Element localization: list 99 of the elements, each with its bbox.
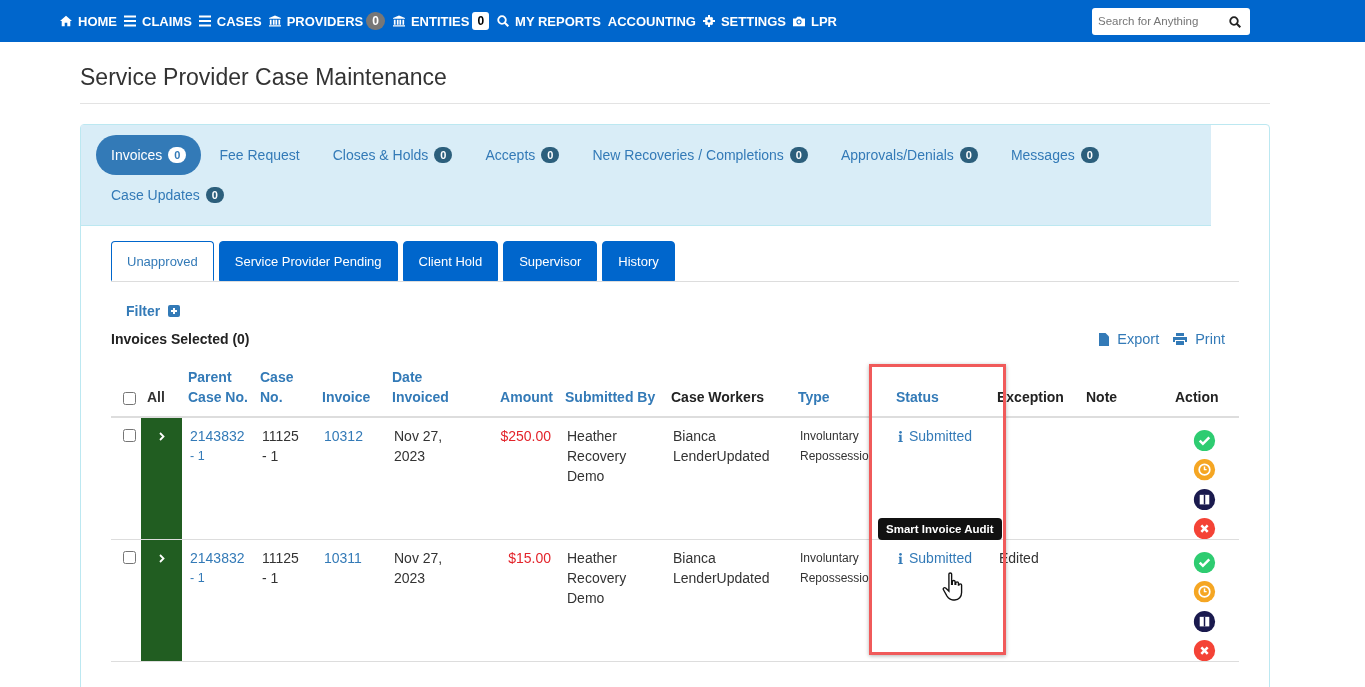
nav-link[interactable]: PROVIDERS [268,13,364,29]
tab[interactable]: New Recoveries / Completions 0 [577,135,823,175]
table-cell-text: LenderUpdated [673,569,771,588]
nav-link[interactable]: ACCOUNTING [607,13,696,29]
table-cell-text: 2023 [394,569,427,588]
home-icon [60,15,72,27]
export-link[interactable]: Export [1099,331,1160,347]
tab[interactable]: Client Hold [402,241,499,281]
table-cell-text: $250.00 [500,427,551,446]
table-cell-text: Demo [567,467,606,486]
camera-icon [792,15,805,27]
table-cell[interactable]: 10312 [324,426,378,446]
bank-icon [392,15,405,27]
search-icon [497,15,510,27]
column-header[interactable]: Date Invoiced [392,367,470,407]
menu-icon [198,15,211,27]
table-cell-text: 11125 [262,549,300,568]
pause-icon[interactable] [1192,488,1216,510]
table-cell-text: Repossessio [800,448,870,465]
count-badge: 0 [366,12,385,30]
chevron-icon[interactable] [158,554,165,563]
tab[interactable]: Case Updates 0 [96,175,239,215]
table-cell-text: Demo [567,589,606,608]
table-cell-text: Bianca [673,549,717,568]
hand-cursor-icon [942,572,964,602]
tooltip: Smart Invoice Audit [878,518,1002,540]
nav-link[interactable]: ENTITIES [392,13,470,29]
bank-icon [268,15,281,27]
info-icon [898,430,903,442]
table-cell[interactable]: 2143832 [190,426,246,446]
nav-link[interactable]: LPR [792,13,837,29]
table-cell-text: Involuntary [800,428,860,445]
count-badge: 0 [472,12,490,30]
column-header[interactable]: Parent Case No. [188,367,248,407]
close-icon[interactable] [1192,517,1216,539]
nav-link[interactable]: CASES [198,13,262,29]
table-cell-text: - 1 [262,569,280,588]
tab[interactable]: History [602,241,675,281]
column-header[interactable]: Case No. [260,367,310,407]
info-icon [898,552,903,564]
table-cell-text: Bianca [673,427,717,446]
table-cell-text: Repossessio [800,570,870,587]
page-title: Service Provider Case Maintenance [80,42,1270,104]
status-link[interactable]: Submitted [909,426,973,446]
table-cell-text: Recovery [567,447,628,466]
column-header[interactable]: Amount [500,387,553,407]
pause-icon[interactable] [1192,610,1216,632]
tab[interactable]: Fee Request [204,135,315,175]
table-cell-text: Recovery [567,569,628,588]
nav-link[interactable]: CLAIMS [124,13,192,29]
search-field[interactable]: Search for Anything [1092,7,1250,35]
table-cell-text: Heather [567,549,618,568]
settings-icon [702,15,715,27]
close-icon[interactable] [1192,639,1216,661]
table-cell-text: 2023 [394,447,427,466]
table-cell[interactable]: - 1 [190,446,246,466]
table-cell-text: 11125 [262,427,300,446]
row-checkbox[interactable] [121,429,138,442]
tab[interactable]: Approvals/Denials 0 [825,135,993,175]
tab[interactable]: Accepts 0 [470,135,575,175]
column-header: Case Workers [671,388,766,407]
table-cell-text: $15.00 [508,549,551,568]
plus-icon[interactable] [168,305,181,317]
table-cell-text: Heather [567,427,618,446]
printer-icon [1173,333,1188,345]
column-header: All [147,388,166,407]
column-header: Action [1175,388,1220,407]
table-cell-text: Nov 27, [394,549,444,568]
column-header: Note [1086,388,1119,407]
tab[interactable]: Unapproved [111,241,214,281]
selected-count: Invoices Selected (0) [111,331,250,347]
table-cell-text: Involuntary [800,550,860,567]
tab[interactable]: Service Provider Pending [218,241,398,281]
column-header[interactable]: Type [798,387,884,407]
chevron-icon[interactable] [158,432,165,441]
table-cell-text: LenderUpdated [673,447,771,466]
row-checkbox[interactable] [121,551,138,564]
column-header[interactable]: Status [896,387,985,407]
column-header[interactable]: Submitted By [565,387,659,407]
nav-link[interactable]: HOME [60,13,117,29]
tab[interactable]: Supervisor [503,241,598,281]
tab[interactable]: Messages 0 [995,135,1114,175]
tab[interactable]: Closes & Holds 0 [317,135,468,175]
column-header[interactable]: Invoice [322,387,380,407]
table-cell[interactable]: - 1 [190,568,246,588]
filter-label[interactable]: Filter [126,303,161,319]
file-icon [1099,332,1110,346]
table-cell[interactable]: 2143832 [190,548,246,568]
nav-link[interactable]: SETTINGS [702,13,786,29]
select-all-checkbox[interactable] [121,392,138,405]
print-link[interactable]: Print [1173,331,1225,347]
table-cell-text: Nov 27, [394,427,444,446]
status-link[interactable]: Submitted [909,548,973,568]
table-cell[interactable]: 10311 [324,548,378,568]
search-icon [1229,15,1241,28]
nav-link[interactable]: MY REPORTS [497,13,601,29]
menu-icon [124,15,136,27]
tab[interactable]: Invoices 0 [96,135,202,175]
table-cell-text: - 1 [262,447,280,466]
